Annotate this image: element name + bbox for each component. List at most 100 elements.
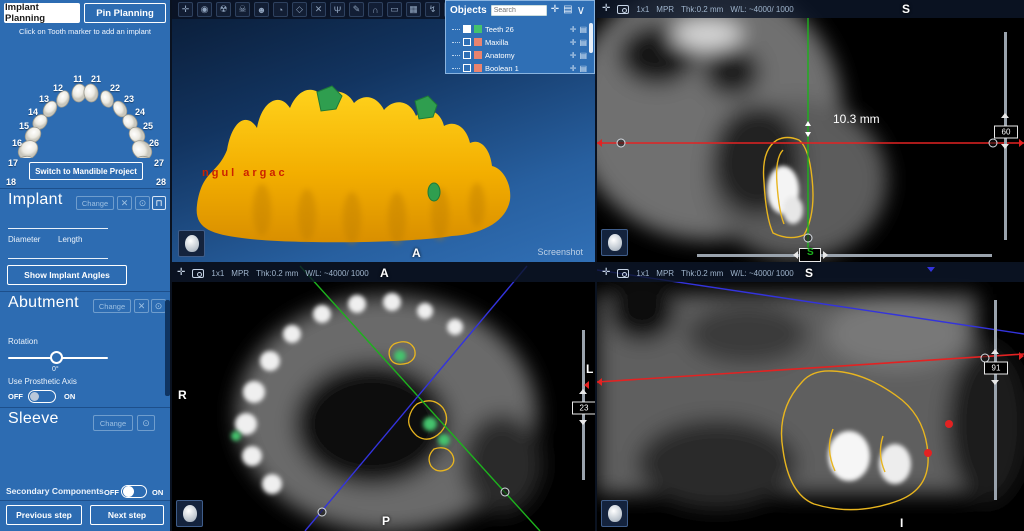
screenshot-view-icon[interactable] (192, 268, 205, 278)
tooth-marker-14[interactable]: 14 (28, 107, 38, 117)
move-view-icon[interactable]: ✛ (177, 268, 185, 278)
pen-icon[interactable]: ✎ (349, 2, 364, 17)
rotation-handle[interactable] (317, 507, 327, 517)
tooth-marker-26[interactable]: 26 (149, 138, 159, 148)
tooth-marker-12[interactable]: 12 (53, 83, 63, 93)
tooth-arch-diagram[interactable]: 11 12 13 14 15 16 17 18 21 22 23 24 25 2… (0, 36, 170, 187)
move-view-icon[interactable]: ✛ (602, 268, 610, 278)
screenshot-view-icon[interactable] (617, 268, 630, 278)
tooth-marker-21[interactable]: 21 (91, 74, 101, 84)
volume-render-icon[interactable]: ☢ (216, 2, 231, 17)
sleeve-change-button[interactable]: Change (93, 415, 133, 431)
color-swatch[interactable] (474, 25, 482, 33)
move-object-icon[interactable]: ✛ (570, 25, 577, 34)
move-object-icon[interactable]: ✛ (570, 51, 577, 60)
slider-up-arrow[interactable] (579, 389, 587, 394)
object-menu-icon[interactable]: ▤ (579, 25, 587, 34)
sidebar-scrollbar[interactable] (165, 300, 170, 396)
mode-value[interactable]: MPR (656, 5, 674, 14)
tooth-marker-22[interactable]: 22 (110, 83, 120, 93)
previous-step-button[interactable]: Previous step (6, 505, 82, 525)
show-implant-angles-button[interactable]: Show Implant Angles (7, 265, 127, 285)
camera-icon[interactable]: ◉ (197, 2, 212, 17)
abutment-delete-icon[interactable]: ✕ (134, 299, 149, 313)
slice-number-box[interactable]: 91 (984, 361, 1008, 375)
layout-value[interactable]: 1x1 (211, 269, 224, 278)
tab-pin-planning[interactable]: Pin Planning (84, 3, 166, 23)
switch-mandible-button[interactable]: Switch to Mandible Project (29, 162, 143, 180)
implant-visibility-eye-icon[interactable]: ⊙ (135, 196, 150, 210)
orientation-head-thumbnail[interactable] (178, 230, 205, 257)
objects-search-input[interactable] (490, 4, 547, 16)
sleeve-visibility-eye-icon[interactable]: ⊙ (137, 415, 155, 431)
slice-slider-track[interactable] (994, 300, 997, 500)
visibility-checkbox[interactable] (463, 25, 471, 33)
pan-left-arrow[interactable] (793, 251, 798, 259)
head-icon[interactable]: ☻ (254, 2, 269, 17)
window-level-value[interactable]: W/L: ~4000/ 1000 (730, 269, 793, 278)
slice-number-box[interactable]: 60 (994, 125, 1018, 139)
orientation-head-thumbnail[interactable] (176, 500, 203, 527)
view-sagittal-slice[interactable]: ✛ 1x1 MPR Thk:0.2 mm W/L: ~4000/ 1000 S … (597, 264, 1024, 531)
mode-value[interactable]: MPR (656, 269, 674, 278)
rotation-handle[interactable] (988, 138, 998, 148)
rotation-handle[interactable] (803, 233, 813, 243)
tooth-marker-11[interactable]: 11 (73, 74, 83, 84)
orientation-head-thumbnail[interactable] (601, 229, 628, 256)
visibility-checkbox[interactable] (463, 64, 471, 72)
skull-icon[interactable]: ☠ (235, 2, 250, 17)
secondary-components-toggle[interactable] (121, 485, 147, 498)
window-level-value[interactable]: W/L: ~4000/ 1000 (305, 269, 368, 278)
color-swatch[interactable] (474, 38, 482, 46)
object-menu-icon[interactable]: ▤ (579, 38, 587, 47)
slice-number-box[interactable]: 23 (572, 401, 595, 415)
rotation-handle[interactable] (616, 138, 626, 148)
thickness-value[interactable]: Thk:0.2 mm (681, 5, 723, 14)
visibility-checkbox[interactable] (463, 38, 471, 46)
nerve-icon[interactable]: Ψ (330, 2, 345, 17)
abutment-visibility-eye-icon[interactable]: ⊙ (151, 299, 166, 313)
move-object-icon[interactable]: ✛ (570, 38, 577, 47)
implant-lock-icon[interactable]: ⊓ (152, 196, 166, 210)
orientation-icon[interactable]: ◔ (273, 2, 288, 17)
thickness-value[interactable]: Thk:0.2 mm (681, 269, 723, 278)
orientation-head-thumbnail[interactable] (601, 500, 628, 527)
slider-down-arrow[interactable] (991, 380, 999, 385)
tab-implant-planning[interactable]: Implant Planning (4, 2, 80, 24)
collapse-chevron-icon[interactable]: ∨ (577, 4, 586, 16)
layout-value[interactable]: 1x1 (636, 5, 649, 14)
tooth-marker-25[interactable]: 25 (143, 121, 153, 131)
tooth-marker-13[interactable]: 13 (39, 94, 49, 104)
delete-icon[interactable]: ✕ (311, 2, 326, 17)
lightning-icon[interactable]: ↯ (425, 2, 440, 17)
list-options-icon[interactable]: ▤ (563, 5, 572, 15)
color-swatch[interactable] (474, 51, 482, 59)
rotation-handle[interactable] (500, 487, 510, 497)
tooth-marker-18[interactable]: 18 (6, 177, 16, 187)
implant-delete-icon[interactable]: ✕ (117, 196, 132, 210)
next-step-button[interactable]: Next step (90, 505, 164, 525)
move-panel-icon[interactable]: ✛ (551, 5, 559, 15)
object-row-teeth[interactable]: Teeth 26 ✛ ▤ (449, 23, 587, 35)
rotation-slider-knob[interactable] (50, 351, 63, 364)
tooth-marker-16[interactable]: 16 (12, 138, 22, 148)
tooth-marker-28[interactable]: 28 (156, 177, 166, 187)
screenshot-view-icon[interactable] (617, 4, 630, 14)
thickness-value[interactable]: Thk:0.2 mm (256, 269, 298, 278)
view-coronal-slice[interactable]: ✛ 1x1 MPR Thk:0.2 mm W/L: ~4000/ 1000 S … (597, 0, 1024, 262)
tooth-marker-27[interactable]: 27 (154, 158, 164, 168)
view-axial-slice[interactable]: ✛ 1x1 MPR Thk:0.2 mm W/L: ~4000/ 1000 A … (172, 264, 595, 531)
window-level-value[interactable]: W/L: ~4000/ 1000 (730, 5, 793, 14)
move-view-icon[interactable]: ✛ (602, 4, 610, 14)
tooth-marker-15[interactable]: 15 (19, 121, 29, 131)
panorama-icon[interactable]: ▭ (387, 2, 402, 17)
object-row-anatomy[interactable]: Anatomy ✛ ▤ (449, 49, 587, 61)
abutment-change-button[interactable]: Change (93, 299, 131, 313)
mode-value[interactable]: MPR (231, 269, 249, 278)
slider-down-arrow[interactable] (579, 420, 587, 425)
bridge-icon[interactable]: ∩ (368, 2, 383, 17)
tooth-marker-23[interactable]: 23 (124, 94, 134, 104)
pan-slider-track[interactable] (697, 254, 992, 257)
layout-value[interactable]: 1x1 (636, 269, 649, 278)
pan-icon[interactable]: ✛ (178, 2, 193, 17)
